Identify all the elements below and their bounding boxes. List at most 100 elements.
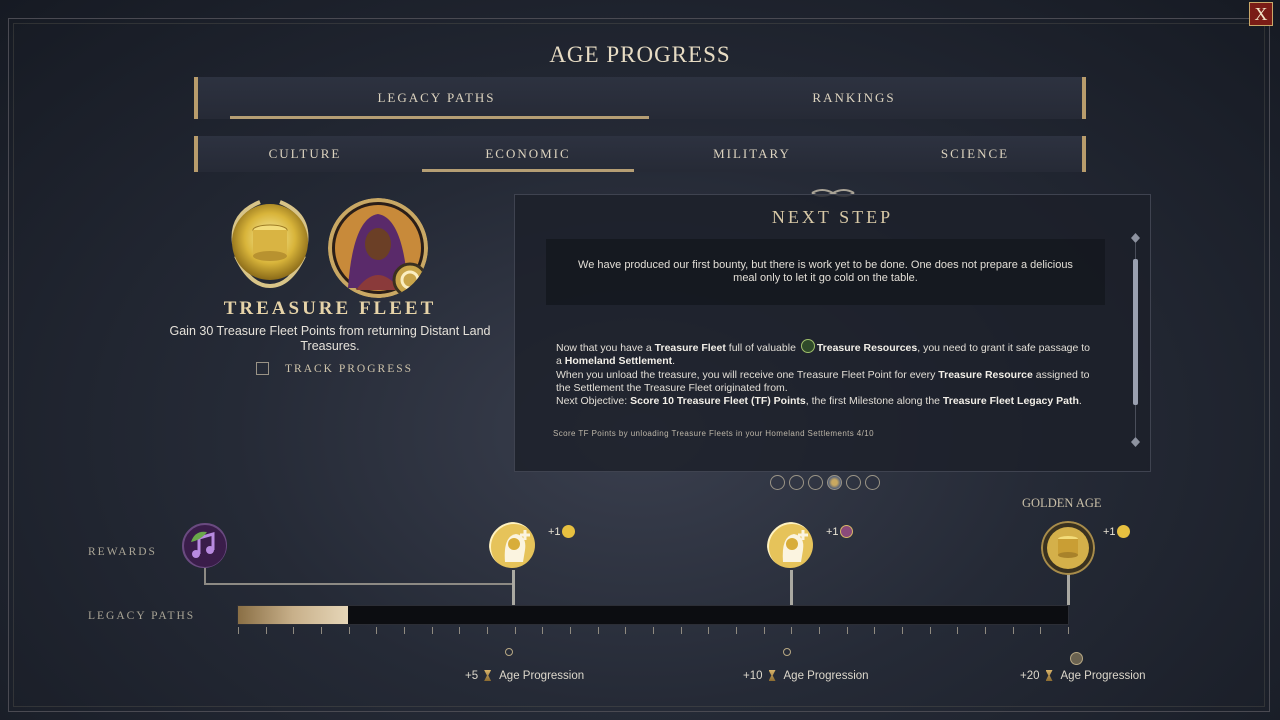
progress-tick (487, 627, 488, 634)
treasure-coins-medal-icon (231, 200, 309, 289)
page-title: AGE PROGRESS (549, 42, 731, 67)
page-dot[interactable] (789, 475, 804, 490)
active-tab-underline (230, 116, 649, 119)
tab-label: LEGACY PATHS (377, 90, 496, 105)
hourglass-icon (768, 670, 776, 681)
progress-tick (957, 627, 959, 634)
progress-tick (929, 627, 931, 634)
body-paragraph: When you unload the treasure, you will r… (556, 368, 1090, 394)
leader-portrait-icon (328, 198, 428, 298)
progress-tick (321, 627, 322, 634)
progress-tick (542, 627, 544, 634)
golden-age-label: GOLDEN AGE (1022, 496, 1102, 510)
golden-age-marker (1070, 652, 1083, 665)
progress-tick (736, 627, 737, 634)
gold-head-icon[interactable] (489, 522, 535, 568)
objective-hint: Score TF Points by unloading Treasure Fl… (553, 429, 874, 438)
progress-tick (985, 627, 986, 634)
progress-tick (791, 627, 793, 634)
progress-tick (902, 627, 903, 634)
legacy-progress-fill (238, 606, 349, 624)
progress-tick (653, 627, 654, 634)
gold-head-icon[interactable] (767, 522, 813, 568)
treasure-resource-icon (800, 339, 815, 353)
milestone-stem (512, 570, 515, 605)
next-step-title: NEXT STEP (771, 207, 894, 227)
tab-culture[interactable]: CULTURE (194, 136, 416, 172)
track-progress-toggle[interactable]: TRACK PROGRESS (256, 362, 413, 375)
tab-military[interactable]: MILITARY (640, 136, 864, 172)
next-step-body: Now that you have a Treasure Fleet full … (556, 339, 1096, 408)
age-progression-reward: +10 Age Progression (743, 670, 869, 682)
active-tab-underline (422, 169, 634, 172)
tab-legacy-paths[interactable]: LEGACY PATHS (224, 77, 649, 119)
track-progress-label: TRACK PROGRESS (285, 362, 414, 375)
progress-tick (819, 627, 820, 634)
tab-label: RANKINGS (812, 90, 896, 105)
purple-chest-icon (839, 525, 853, 538)
golden-age-coins-icon[interactable] (1041, 521, 1095, 575)
progress-tick (1012, 627, 1014, 634)
next-step-quote: We have produced our first bounty, but t… (546, 239, 1105, 305)
age-progression-reward: +5 Age Progression (465, 670, 585, 682)
culture-music-icon[interactable] (181, 522, 227, 568)
close-button[interactable]: X (1249, 2, 1273, 26)
main-tab-bar: LEGACY PATHS RANKINGS (194, 77, 1086, 119)
page-dot[interactable] (865, 475, 880, 490)
milestone-stem (1067, 572, 1070, 605)
tab-science[interactable]: SCIENCE (864, 136, 1086, 172)
progress-tick (238, 627, 239, 634)
hourglass-icon (484, 670, 492, 681)
progress-tick (265, 627, 267, 634)
gold-coin-icon (561, 525, 575, 538)
tab-bar-left-cap (194, 77, 198, 119)
tab-label: SCIENCE (940, 146, 1010, 161)
milestone-stem (790, 570, 793, 605)
page-dot[interactable] (770, 475, 785, 490)
progress-tick (293, 627, 295, 634)
progress-tick (404, 627, 405, 634)
body-paragraph: Now that you have a Treasure Fleet full … (556, 339, 1096, 369)
progress-tick (376, 627, 378, 634)
progress-tick (1068, 627, 1069, 634)
progress-tick (680, 627, 682, 634)
reward-connector (204, 566, 206, 584)
tab-label: MILITARY (713, 146, 791, 161)
legacy-path-summary: TREASURE FLEET Gain 30 Treasure Fleet Po… (160, 192, 500, 392)
tab-bar-right-cap (1082, 77, 1086, 119)
progress-tick (348, 627, 350, 634)
progress-tick (514, 627, 516, 634)
scrollbar-thumb[interactable] (1133, 259, 1138, 405)
milestone-bonus: +1 (826, 525, 853, 538)
milestone-bonus: +1 (1103, 525, 1130, 538)
track-progress-checkbox[interactable] (256, 362, 269, 375)
legacy-progress-bar (237, 605, 1069, 625)
body-paragraph: Next Objective: Score 10 Treasure Fleet … (556, 395, 1082, 408)
sub-tab-bar: CULTURE ECONOMIC MILITARY SCIENCE (194, 136, 1086, 172)
tab-economic[interactable]: ECONOMIC (416, 136, 640, 172)
legacy-name: TREASURE FLEET (223, 298, 437, 319)
progress-tick (763, 627, 765, 634)
page-dot[interactable] (808, 475, 823, 490)
page-dot-active[interactable] (827, 475, 842, 490)
rewards-label: REWARDS (88, 546, 157, 558)
hourglass-icon (1045, 670, 1053, 681)
progress-tick (570, 627, 571, 634)
step-pagination (770, 475, 880, 490)
progress-tick (846, 627, 848, 634)
tab-label: CULTURE (268, 146, 342, 161)
reward-connector (204, 583, 514, 585)
progress-tick (708, 627, 710, 634)
legacy-description: Gain 30 Treasure Fleet Points from retur… (169, 324, 491, 353)
milestone-marker (783, 648, 791, 656)
progress-tick (874, 627, 876, 634)
milestone-marker (505, 648, 513, 656)
progress-tick (459, 627, 461, 634)
tab-rankings[interactable]: RANKINGS (649, 77, 1059, 119)
progress-tick (625, 627, 627, 634)
progress-tick (431, 627, 433, 634)
page-dot[interactable] (846, 475, 861, 490)
progress-tick (1040, 627, 1042, 634)
tab-label: ECONOMIC (485, 146, 571, 161)
next-step-panel: NEXT STEP We have produced our first bou… (514, 194, 1151, 472)
